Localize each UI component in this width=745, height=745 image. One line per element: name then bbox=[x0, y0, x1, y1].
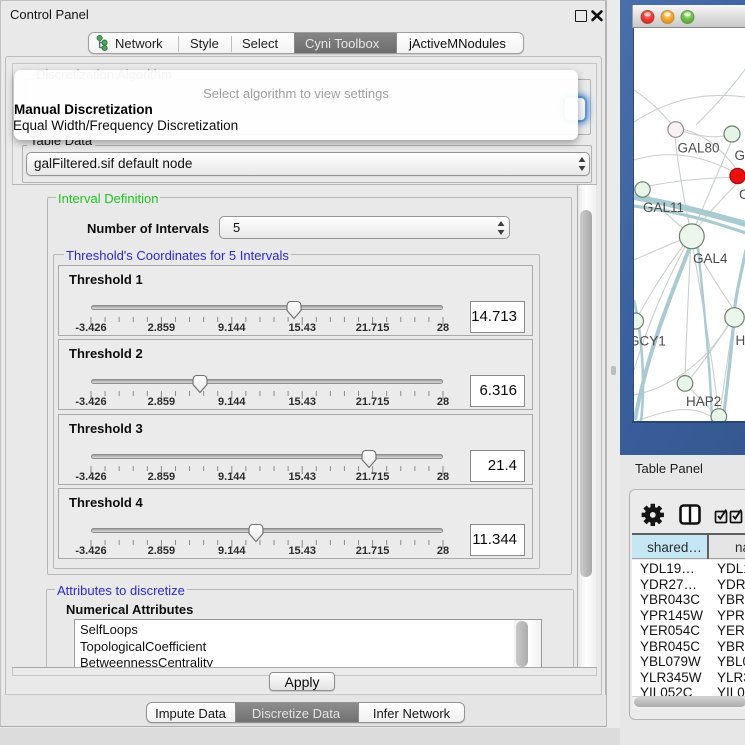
svg-text:GCY1: GCY1 bbox=[634, 334, 666, 349]
svg-text:GAL80: GAL80 bbox=[678, 141, 720, 156]
svg-text:H: H bbox=[736, 333, 745, 348]
svg-text:GA: GA bbox=[735, 148, 745, 163]
svg-text:GAL4: GAL4 bbox=[693, 251, 728, 266]
svg-text:GAL11: GAL11 bbox=[643, 200, 684, 215]
svg-text:HAP2: HAP2 bbox=[686, 394, 721, 409]
svg-text:C: C bbox=[739, 187, 745, 202]
